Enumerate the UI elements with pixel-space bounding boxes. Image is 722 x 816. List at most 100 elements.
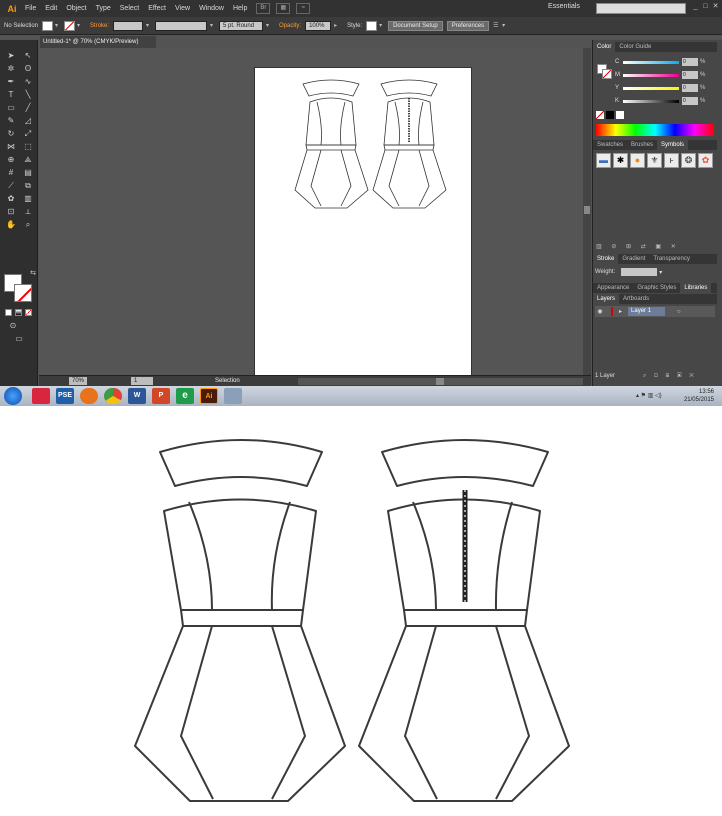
close-icon[interactable]: ✕ — [712, 2, 719, 12]
arrange-documents-icon[interactable]: ▦ — [276, 3, 291, 14]
swap-colors-icon[interactable]: ⇆ — [26, 268, 40, 280]
artboard[interactable] — [254, 67, 472, 375]
weight-field[interactable] — [621, 268, 658, 276]
screen-mode-icon[interactable]: ▭ — [12, 333, 26, 345]
zoom-field[interactable]: 70% — [69, 377, 88, 385]
eye-icon[interactable]: ◉ — [595, 308, 605, 315]
chrome-icon[interactable] — [104, 388, 122, 404]
horizontal-scrollbar[interactable] — [297, 377, 583, 385]
tab-gradient[interactable]: Gradient — [618, 254, 649, 264]
minimize-icon[interactable]: _ — [692, 2, 699, 12]
music-app-icon[interactable] — [32, 388, 50, 404]
symbol-wreath-icon[interactable]: ❂ — [681, 153, 696, 168]
word-icon[interactable]: W — [128, 388, 146, 404]
tab-color[interactable]: Color — [593, 42, 616, 52]
shape-builder-tool-icon[interactable]: ⊕ — [4, 154, 18, 166]
variable-width-field[interactable] — [155, 20, 208, 31]
scale-tool-icon[interactable]: ⤢ — [21, 128, 35, 140]
magenta-slider[interactable]: M 0 % — [615, 71, 705, 79]
menu-window[interactable]: Window — [199, 5, 224, 12]
start-button-icon[interactable] — [4, 387, 22, 405]
white-swatch[interactable] — [616, 111, 624, 119]
powerpoint-icon[interactable]: P — [152, 388, 170, 404]
opacity-field[interactable]: 100% — [305, 20, 332, 31]
chevron-down-icon[interactable]: ▾ — [379, 22, 385, 29]
clock[interactable]: 13:56 21/05/2015 — [684, 388, 714, 404]
tab-swatches[interactable]: Swatches — [593, 140, 627, 150]
menu-select[interactable]: Select — [120, 5, 139, 12]
blend-tool-icon[interactable]: ⧉ — [21, 180, 35, 192]
chevron-down-icon[interactable]: ▾ — [77, 22, 83, 29]
system-tray-icons[interactable]: ▴ ⚑ ▥ ◁) — [636, 392, 662, 399]
gradient-tool-icon[interactable]: ▤ — [21, 167, 35, 179]
menu-help[interactable]: Help — [233, 5, 247, 12]
selection-tool-icon[interactable]: ➤ — [4, 50, 18, 62]
symbol-sprayer-tool-icon[interactable]: ✿ — [4, 193, 18, 205]
symbol-flower-icon[interactable]: ✿ — [698, 153, 713, 168]
target-circle-icon[interactable]: ○ — [677, 309, 681, 315]
menu-type[interactable]: Type — [96, 5, 111, 12]
menu-file[interactable]: File — [25, 5, 36, 12]
menu-edit[interactable]: Edit — [45, 5, 57, 12]
stroke-weight-field[interactable] — [113, 20, 144, 31]
layer-name[interactable]: Layer 1 — [628, 307, 666, 316]
hand-tool-icon[interactable]: ✋ — [4, 219, 18, 231]
slice-tool-icon[interactable]: ⟂ — [21, 206, 35, 218]
zoom-tool-icon[interactable]: ⌕ — [21, 219, 35, 231]
firefox-icon[interactable] — [80, 388, 98, 404]
stroke-swatch[interactable] — [64, 20, 76, 31]
opacity-label[interactable]: Opacity: — [279, 23, 301, 29]
expand-triangle-icon[interactable]: ▸ — [619, 308, 622, 315]
channel-value[interactable]: 0 — [682, 84, 698, 92]
channel-value[interactable]: 0 — [682, 97, 698, 105]
chevron-down-icon[interactable]: ▾ — [210, 22, 216, 29]
column-graph-tool-icon[interactable]: ▥ — [21, 193, 35, 205]
tab-stroke[interactable]: Stroke — [593, 254, 619, 264]
chevron-down-icon[interactable]: ▾ — [502, 22, 508, 29]
paint-app-icon[interactable] — [224, 388, 242, 404]
artboard-tool-icon[interactable]: ⊡ — [4, 206, 18, 218]
chevron-down-icon[interactable]: ▾ — [659, 269, 662, 276]
artboard-number-field[interactable]: 1 — [131, 377, 154, 385]
tab-symbols[interactable]: Symbols — [657, 140, 689, 150]
channel-value[interactable]: 0 — [682, 58, 698, 66]
tab-color-guide[interactable]: Color Guide — [615, 42, 655, 52]
free-transform-tool-icon[interactable]: ⬚ — [21, 141, 35, 153]
stroke-color-box[interactable] — [14, 284, 32, 302]
tab-layers[interactable]: Layers — [593, 294, 620, 304]
canvas-area[interactable] — [39, 48, 583, 375]
width-tool-icon[interactable]: ⋈ — [4, 141, 18, 153]
line-tool-icon[interactable]: ╲ — [21, 89, 35, 101]
mesh-tool-icon[interactable]: # — [4, 167, 18, 179]
magic-wand-tool-icon[interactable]: ✲ — [4, 63, 18, 75]
draw-mode-icon[interactable]: ⊙ — [6, 320, 20, 332]
tab-appearance[interactable]: Appearance — [593, 283, 633, 293]
none-swatch-icon[interactable] — [596, 111, 604, 119]
symbol-splat-icon[interactable]: ✱ — [613, 153, 628, 168]
eraser-tool-icon[interactable]: ◿ — [21, 115, 35, 127]
black-swatch[interactable] — [606, 111, 614, 119]
rectangle-tool-icon[interactable]: ▭ — [4, 102, 18, 114]
lasso-tool-icon[interactable]: ʘ — [21, 63, 35, 75]
tab-libraries[interactable]: Libraries — [680, 283, 712, 293]
slider-track[interactable] — [623, 73, 679, 77]
layer-row[interactable]: ◉ ▸ Layer 1 ○ — [595, 306, 715, 317]
document-tab[interactable]: Untitled-1* @ 70% (CMYK/Preview) — [40, 36, 156, 48]
fill-swatch[interactable] — [42, 20, 54, 31]
preferences-button[interactable]: Preferences — [446, 20, 490, 31]
symbol-fleur-icon[interactable]: ⚜ — [647, 153, 662, 168]
paintbrush-tool-icon[interactable]: ╱ — [21, 102, 35, 114]
vertical-scrollbar[interactable] — [583, 48, 591, 375]
gpu-performance-icon[interactable]: ≈ — [296, 3, 311, 14]
brush-definition-field[interactable]: 5 pt. Round — [219, 20, 264, 31]
symbol-orange-circle-icon[interactable]: ● — [630, 153, 645, 168]
rotate-tool-icon[interactable]: ↻ — [4, 128, 18, 140]
edge-app-icon[interactable]: e — [176, 388, 194, 404]
stroke-label[interactable]: Stroke: — [90, 23, 109, 29]
illustrator-taskbar-icon[interactable]: Ai — [200, 388, 218, 404]
gradient-mode-icon[interactable] — [15, 309, 22, 316]
eyedropper-tool-icon[interactable]: ⟋ — [4, 180, 18, 192]
stroke-none-preview[interactable] — [602, 69, 612, 79]
cyan-slider[interactable]: C 0 % — [615, 58, 705, 66]
type-tool-icon[interactable]: T — [4, 89, 18, 101]
